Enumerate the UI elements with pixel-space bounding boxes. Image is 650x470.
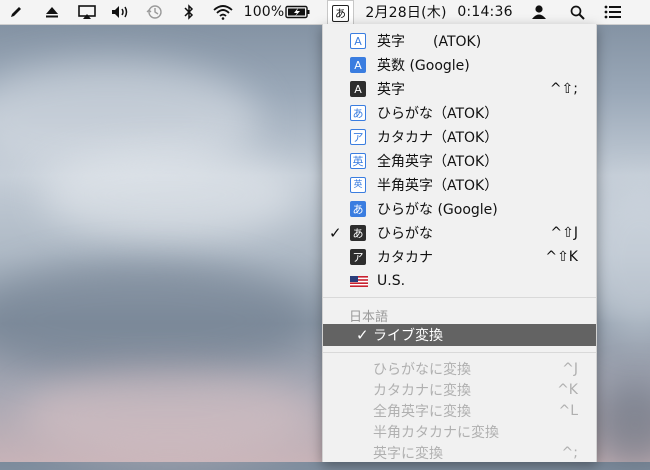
hiragana-icon: あ — [350, 225, 366, 241]
menu-item-convert-katakana: カタカナに変換 ^K — [323, 379, 596, 400]
menu-item-label: カタカナ — [377, 250, 433, 266]
menu-item-label: 英字 (ATOK) — [377, 34, 482, 50]
fullwidth-alpha-icon: 英 — [350, 153, 366, 169]
menubar-time[interactable]: 0:14:36 — [453, 0, 517, 24]
menu-item-hankaku-eiji-atok[interactable]: 英 半角英字（ATOK） — [323, 173, 596, 197]
menu-item-label: ひらがな（ATOK） — [377, 106, 499, 122]
hiragana-icon: あ — [350, 201, 366, 217]
menu-item-label: ひらがな (Google) — [377, 202, 498, 218]
menu-item-convert-hankaku-katakana: 半角カタカナに変換 — [323, 421, 596, 442]
notification-center-icon[interactable] — [602, 0, 624, 24]
menu-item-label: 半角英字（ATOK） — [377, 178, 499, 194]
bluetooth-icon[interactable] — [180, 0, 198, 24]
menu-item-us[interactable]: U.S. — [323, 269, 596, 293]
pencil-icon[interactable] — [6, 0, 26, 24]
battery-charging-icon[interactable] — [283, 0, 313, 24]
airplay-icon[interactable] — [76, 0, 98, 24]
katakana-icon: ア — [350, 129, 366, 145]
menu-separator — [323, 297, 596, 298]
menu-item-hiragana[interactable]: ✓ あ ひらがな ^⇧J — [323, 221, 596, 245]
menu-item-label: カタカナに変換 — [373, 382, 471, 399]
menu-item-shortcut: ^K — [557, 381, 578, 398]
katakana-icon: ア — [350, 249, 366, 265]
menu-item-convert-eiji: 英字に変換 ^; — [323, 442, 596, 462]
menu-item-eiji[interactable]: A 英字 ^⇧; — [323, 77, 596, 101]
menu-item-live-conversion[interactable]: ✓ ライブ変換 — [323, 324, 596, 346]
menu-item-label: 半角カタカナに変換 — [373, 424, 499, 441]
menu-item-katakana[interactable]: ア カタカナ ^⇧K — [323, 245, 596, 269]
menu-item-hiragana-google[interactable]: あ ひらがな (Google) — [323, 197, 596, 221]
menu-item-shortcut: ^; — [561, 444, 578, 461]
menu-item-label: U.S. — [377, 273, 406, 289]
menu-item-katakana-atok[interactable]: ア カタカナ（ATOK） — [323, 125, 596, 149]
menu-item-label: 英数 (Google) — [377, 58, 470, 74]
input-source-menu[interactable]: あ — [327, 0, 354, 25]
alphanumeric-icon: A — [350, 33, 366, 49]
menu-item-label: 全角英字に変換 — [373, 403, 471, 420]
menu-item-hiragana-atok[interactable]: あ ひらがな（ATOK） — [323, 101, 596, 125]
menu-item-label: 英字 — [377, 82, 405, 98]
input-source-indicator: あ — [332, 4, 349, 22]
menu-item-label: カタカナ（ATOK） — [377, 130, 499, 146]
menu-item-label: ひらがな — [377, 226, 433, 242]
menu-item-label: 全角英字（ATOK） — [377, 154, 499, 170]
alphanumeric-icon: A — [350, 57, 366, 73]
menu-item-shortcut: ^⇧J — [550, 225, 578, 241]
alphanumeric-icon: A — [350, 81, 366, 97]
section-title-japanese: 日本語 — [349, 310, 389, 325]
time-machine-icon[interactable] — [144, 0, 166, 24]
menu-item-shortcut: ^⇧; — [549, 81, 578, 97]
menu-item-label: 英字に変換 — [373, 445, 443, 462]
menu-item-convert-hiragana: ひらがなに変換 ^J — [323, 358, 596, 379]
user-icon[interactable] — [529, 0, 549, 24]
checkmark-icon: ✓ — [329, 224, 342, 242]
us-flag-icon — [350, 276, 368, 287]
menu-item-eiji-atok[interactable]: A 英字 (ATOK) — [323, 29, 596, 53]
spotlight-search-icon[interactable] — [567, 0, 587, 24]
halfwidth-alpha-icon: 英 — [350, 177, 366, 193]
menu-item-shortcut: ^L — [558, 402, 578, 419]
menu-bar: 100% あ 2月28日(木) 0:14:36 — [0, 0, 650, 25]
menu-item-eisu-google[interactable]: A 英数 (Google) — [323, 53, 596, 77]
menu-item-label: ライブ変換 — [373, 328, 443, 344]
wifi-icon[interactable] — [210, 0, 236, 24]
volume-icon[interactable] — [109, 0, 133, 24]
menu-item-label: ひらがなに変換 — [373, 361, 471, 378]
input-source-dropdown: A 英字 (ATOK) A 英数 (Google) A 英字 ^⇧; あ ひらが… — [322, 24, 597, 462]
menu-separator — [323, 352, 596, 353]
menubar-date[interactable]: 2月28日(木) — [362, 0, 450, 24]
checkmark-icon: ✓ — [356, 326, 369, 344]
eject-icon[interactable] — [42, 0, 62, 24]
menu-item-convert-zenkaku-eiji: 全角英字に変換 ^L — [323, 400, 596, 421]
menu-item-shortcut: ^J — [562, 360, 578, 377]
menu-item-zenkaku-eiji-atok[interactable]: 英 全角英字（ATOK） — [323, 149, 596, 173]
menu-item-shortcut: ^⇧K — [545, 249, 578, 265]
battery-percent[interactable]: 100% — [244, 0, 285, 24]
hiragana-icon: あ — [350, 105, 366, 121]
